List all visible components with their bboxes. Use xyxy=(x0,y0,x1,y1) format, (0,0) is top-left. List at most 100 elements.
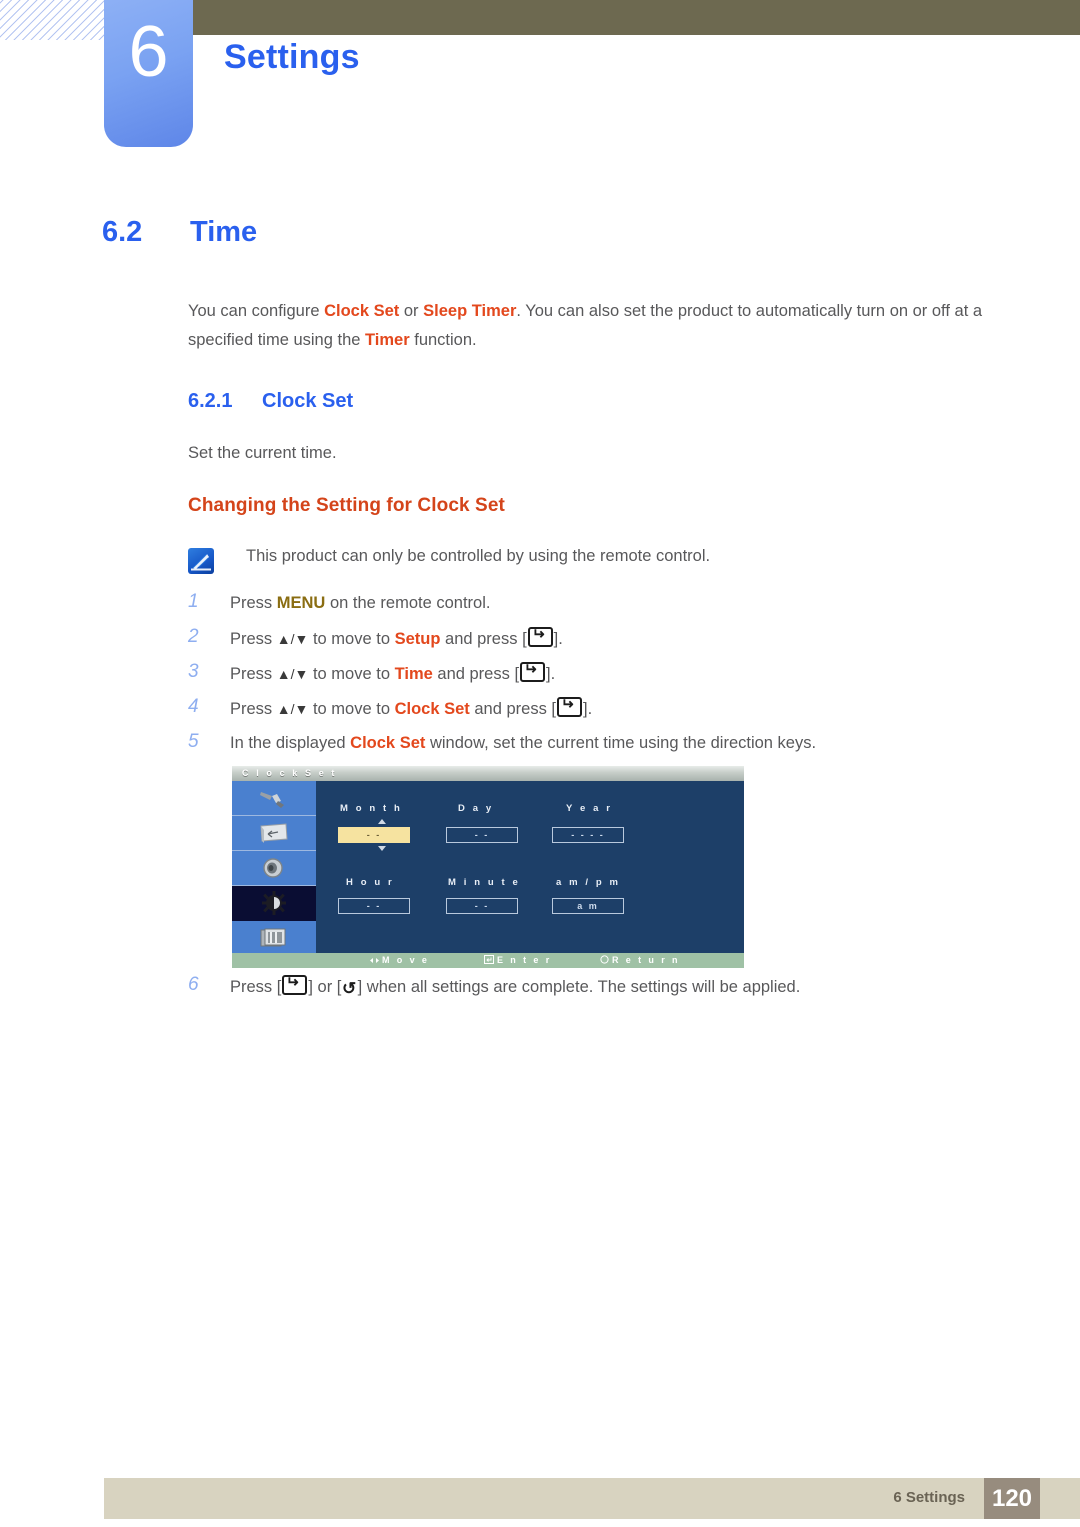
chapter-badge: 6 xyxy=(104,0,193,147)
osd-label-hour: H o u r xyxy=(346,877,395,888)
step-5-pre: In the displayed xyxy=(230,734,351,752)
enter-key-icon xyxy=(520,662,546,682)
step-5-number: 5 xyxy=(188,731,199,752)
step-3-mid: to move to xyxy=(308,665,395,683)
step-4: 4 Press ▲/▼ to move to Clock Set and pre… xyxy=(188,697,1008,720)
step-1-post: on the remote control. xyxy=(325,594,491,612)
step-4-text: Press ▲/▼ to move to Clock Set and press… xyxy=(230,697,1008,720)
osd-titlebar: C l o c k S e t xyxy=(232,766,744,781)
osd-footer-enter-label: E n t e r xyxy=(497,955,552,965)
osd-sidebar-item-multicontrol[interactable] xyxy=(232,921,316,956)
screen-adjust-icon xyxy=(260,823,288,843)
osd-value-month[interactable]: - - xyxy=(338,827,410,843)
osd-footer-move: M o v e xyxy=(370,955,429,966)
osd-footer-return: R e t u r n xyxy=(600,955,680,966)
chapter-title: Settings xyxy=(224,38,360,76)
step-2-target-setup: Setup xyxy=(394,630,441,648)
note-text: This product can only be controlled by u… xyxy=(246,547,711,565)
footer-chapter-label: 6 Settings xyxy=(893,1489,965,1506)
osd-label-ampm: a m / p m xyxy=(556,877,621,888)
step-4-post: and press [ xyxy=(469,700,557,718)
osd-label-year: Y e a r xyxy=(566,803,613,814)
step-3-tail: ]. xyxy=(546,665,556,683)
step-4-target-clock-set: Clock Set xyxy=(394,700,470,718)
intro-part-4: function. xyxy=(409,331,477,349)
osd-sidebar-item-sound[interactable] xyxy=(232,851,316,886)
step-1: 1 Press MENU on the remote control. xyxy=(188,592,1008,614)
footer-page-number: 120 xyxy=(984,1478,1040,1519)
osd-value-ampm[interactable]: a m xyxy=(552,898,624,914)
step-3-pre: Press xyxy=(230,665,277,683)
subsection-lead-text: Set the current time. xyxy=(188,444,337,462)
section-title: Time xyxy=(190,216,258,248)
step-3-text: Press ▲/▼ to move to Time and press []. xyxy=(230,662,1008,685)
enter-icon xyxy=(484,955,494,966)
step-4-tail: ]. xyxy=(583,700,593,718)
step-6-pre: Press [ xyxy=(230,978,282,996)
osd-label-month: M o n t h xyxy=(340,803,403,814)
step-6-text: Press [ ] or [↻] when all settings are co… xyxy=(230,975,1008,1000)
section-heading: 6.2 Time xyxy=(102,216,257,249)
osd-value-year[interactable]: - - - - xyxy=(552,827,624,843)
enter-key-icon xyxy=(282,975,308,995)
return-key-icon: ↻ xyxy=(342,979,357,998)
step-2: 2 Press ▲/▼ to move to Setup and press [… xyxy=(188,627,1008,650)
osd-sidebar-item-screen[interactable] xyxy=(232,816,316,851)
header-bar xyxy=(193,0,1080,35)
osd-footer-bar: M o v e E n t e r R e t u r n xyxy=(232,953,744,968)
step-2-pre: Press xyxy=(230,630,277,648)
step-4-number: 4 xyxy=(188,696,199,717)
step-2-post: and press [ xyxy=(440,630,527,648)
osd-spinner-up-icon[interactable] xyxy=(378,819,386,824)
step-1-pre: Press xyxy=(230,594,277,612)
step-2-number: 2 xyxy=(188,626,199,647)
step-5: 5 In the displayed Clock Set window, set… xyxy=(188,732,1008,754)
note-pen-icon xyxy=(188,548,214,574)
step-5-text: In the displayed Clock Set window, set t… xyxy=(230,732,1008,754)
step-3-post: and press [ xyxy=(432,665,520,683)
step-2-text: Press ▲/▼ to move to Setup and press []. xyxy=(230,627,1008,650)
corner-hatch-decoration xyxy=(0,0,108,40)
osd-value-day[interactable]: - - xyxy=(446,827,518,843)
osd-clock-set-window: C l o c k S e t M o n t h - - D a y - - … xyxy=(232,766,744,968)
step-2-mid: to move to xyxy=(308,630,395,648)
step-4-pre: Press xyxy=(230,700,277,718)
step-3-target-time: Time xyxy=(394,665,433,683)
step-1-number: 1 xyxy=(188,591,199,612)
osd-title: C l o c k S e t xyxy=(242,768,338,778)
step-6-mid: ] or [ xyxy=(308,978,342,996)
procedure-heading: Changing the Setting for Clock Set xyxy=(188,495,505,516)
step-5-post: window, set the current time using the d… xyxy=(425,734,817,752)
osd-value-hour[interactable]: - - xyxy=(338,898,410,914)
step-2-tail: ]. xyxy=(553,630,563,648)
subsection-heading: 6.2.1 Clock Set xyxy=(188,390,353,413)
step-6: 6 Press [ ] or [↻] when all settings are … xyxy=(188,975,1008,1000)
section-number: 6.2 xyxy=(102,216,143,248)
osd-sidebar xyxy=(232,781,316,956)
subsection-title: Clock Set xyxy=(262,390,354,412)
step-6-post: ] when all settings are complete. The se… xyxy=(357,978,801,996)
osd-body: M o n t h - - D a y - - Y e a r - - - - … xyxy=(316,781,744,953)
osd-sidebar-item-setup[interactable] xyxy=(232,886,316,921)
up-down-arrow-icon: ▲/▼ xyxy=(276,666,309,682)
step-3-number: 3 xyxy=(188,661,199,682)
osd-footer-move-label: M o v e xyxy=(382,955,430,965)
osd-sidebar-item-picture[interactable] xyxy=(232,781,316,816)
intro-paragraph: You can configure Clock Set or Sleep Tim… xyxy=(188,297,1008,355)
picture-tool-icon xyxy=(260,792,284,808)
return-icon xyxy=(600,955,609,966)
intro-term-sleep-timer: Sleep Timer xyxy=(423,302,517,320)
page-footer-bar: 6 Settings 120 xyxy=(104,1478,1080,1519)
step-6-number: 6 xyxy=(188,974,199,995)
intro-term-timer: Timer xyxy=(365,331,410,349)
step-3: 3 Press ▲/▼ to move to Time and press []… xyxy=(188,662,1008,685)
multi-control-icon xyxy=(260,928,286,947)
osd-spinner-down-icon[interactable] xyxy=(378,846,386,851)
osd-footer-return-label: R e t u r n xyxy=(612,955,680,965)
enter-key-icon xyxy=(557,697,583,717)
intro-term-clock-set: Clock Set xyxy=(324,302,400,320)
osd-value-minute[interactable]: - - xyxy=(446,898,518,914)
enter-key-icon xyxy=(527,627,553,647)
subsection-number: 6.2.1 xyxy=(188,390,233,412)
setup-gear-icon xyxy=(262,891,286,915)
